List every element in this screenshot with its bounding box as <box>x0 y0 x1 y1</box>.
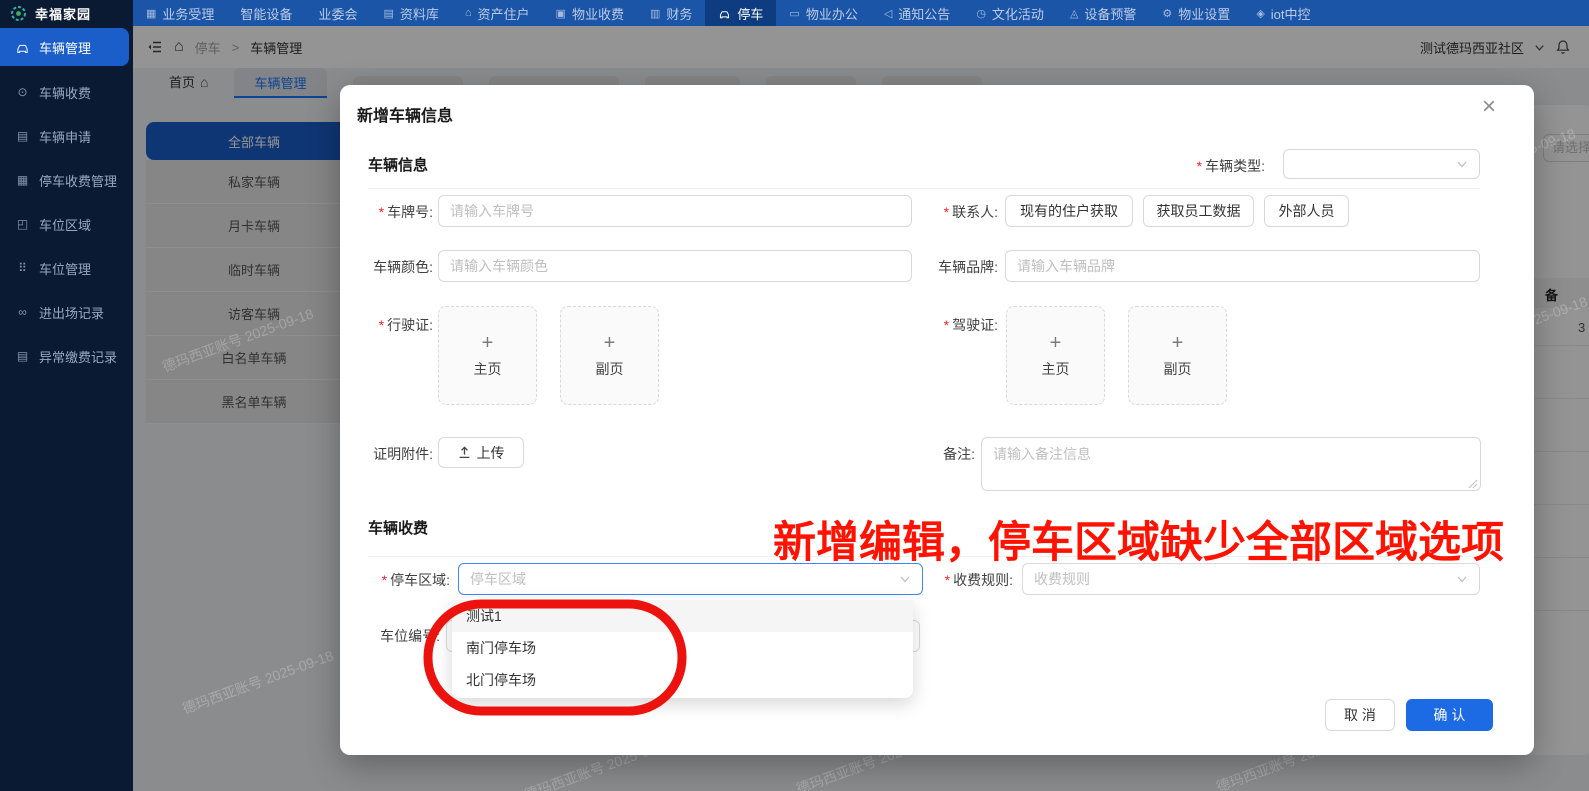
contact-label: * 联系人: <box>943 204 998 220</box>
app-title: 幸福家园 <box>35 6 92 22</box>
driver-license-label: * 驾驶证: <box>943 317 998 333</box>
chevron-down-icon <box>1457 161 1467 168</box>
color-label: 车辆颜色: <box>373 259 433 275</box>
sidebar-item-space-area[interactable]: ◰ 车位区域 <box>0 202 133 246</box>
monitor-icon: ▭ <box>789 7 800 20</box>
sidebar-item-space-mgmt[interactable]: ⠿ 车位管理 <box>0 246 133 290</box>
remark-label: 备注: <box>943 446 975 462</box>
brand-label: 车辆品牌: <box>938 259 998 275</box>
top-navigation: ▦ 业务受理 智能设备 业委会 ▤ 资料库 ⌂ 资产住户 ▣ 物业收费 ▥ 财务 停车 ▭… <box>133 0 1589 26</box>
modal-title: 新增车辆信息 <box>357 108 454 125</box>
fee-rule-select[interactable]: 收费规则 <box>1022 563 1480 595</box>
vehicle-type-select[interactable] <box>1283 149 1480 179</box>
external-person-button[interactable]: 外部人员 <box>1264 195 1349 227</box>
nav-item-property-fee[interactable]: ▣ 物业收费 <box>543 0 637 26</box>
nav-item-office[interactable]: ▭ 物业办公 <box>776 0 870 26</box>
chevron-down-icon <box>900 576 910 583</box>
sidebar-item-entry-exit-log[interactable]: ∞ 进出场记录 <box>0 290 133 334</box>
sidebar-item-abnormal-payment[interactable]: ▤ 异常缴费记录 <box>0 334 133 378</box>
brand-input[interactable] <box>1005 250 1480 282</box>
link-icon: ∞ <box>18 305 27 319</box>
driving-license-main-upload[interactable]: + 主页 <box>438 306 537 405</box>
plus-icon: + <box>481 331 494 354</box>
chevron-down-icon <box>1457 576 1467 583</box>
space-number-label: 车位编号: <box>380 628 440 644</box>
vehicle-type-label: * 车辆类型: <box>1196 158 1265 174</box>
nav-item-settings[interactable]: ⚙ 物业设置 <box>1149 0 1243 26</box>
upload-button[interactable]: 上传 <box>438 437 524 468</box>
driver-license-sub-upload[interactable]: + 副页 <box>1128 306 1227 405</box>
nav-item-culture[interactable]: ◷ 文化活动 <box>963 0 1057 26</box>
ledger-icon: ▥ <box>649 7 661 20</box>
close-icon[interactable]: × <box>1482 95 1496 119</box>
plate-label: * 车牌号: <box>378 204 433 220</box>
grid-dots-icon: ⠿ <box>18 261 27 275</box>
brackets-icon: ◰ <box>16 217 29 231</box>
section-vehicle-info: 车辆信息 <box>368 157 429 174</box>
nav-item-assets[interactable]: ⌂ 资产住户 <box>452 0 543 26</box>
plate-input[interactable] <box>438 195 912 227</box>
driver-license-main-upload[interactable]: + 主页 <box>1006 306 1105 405</box>
cancel-button[interactable]: 取 消 <box>1325 699 1395 731</box>
car-icon <box>17 44 28 53</box>
section-vehicle-fee: 车辆收费 <box>368 520 429 537</box>
app-logo-icon <box>11 5 26 21</box>
car-icon <box>720 10 730 18</box>
app-logo-block: 幸福家园 <box>0 0 133 26</box>
file-icon: ▤ <box>383 7 394 20</box>
nav-item-finance[interactable]: ▥ 财务 <box>637 0 705 26</box>
megaphone-icon: ◁ <box>883 7 893 20</box>
plus-icon: + <box>1171 331 1184 354</box>
parking-area-label: * 停车区域: <box>381 572 450 588</box>
nav-item-committee[interactable]: 业委会 <box>305 0 370 26</box>
get-resident-button[interactable]: 现有的住户获取 <box>1005 195 1133 227</box>
shield-icon: ▣ <box>555 7 566 20</box>
nav-item-library[interactable]: ▤ 资料库 <box>370 0 451 26</box>
nav-item-device-alarm[interactable]: ◬ 设备预警 <box>1057 0 1149 26</box>
remark-textarea[interactable] <box>981 437 1481 491</box>
dropdown-option-north-gate[interactable]: 北门停车场 <box>452 664 913 696</box>
fee-rule-label: * 收费规则: <box>944 572 1013 588</box>
coin-icon: ⊙ <box>17 85 28 99</box>
nav-item-parking[interactable]: 停车 <box>705 0 777 26</box>
driving-license-label: * 行驶证: <box>378 317 433 333</box>
dropdown-option-south-gate[interactable]: 南门停车场 <box>452 632 913 664</box>
badge-icon: ▤ <box>16 129 29 143</box>
color-input[interactable] <box>438 250 912 282</box>
sidebar-item-vehicle-fee[interactable]: ⊙ 车辆收费 <box>0 70 133 114</box>
cube-icon: ◈ <box>1256 7 1265 20</box>
sidebar-item-parking-fee-mgmt[interactable]: ▦ 停车收费管理 <box>0 158 133 202</box>
dropdown-option-test1[interactable]: 测试1 <box>452 600 913 632</box>
nav-item-announcement[interactable]: ◁ 通知公告 <box>871 0 963 26</box>
parking-area-select[interactable]: 停车区域 <box>458 563 923 595</box>
driving-license-sub-upload[interactable]: + 副页 <box>560 306 659 405</box>
get-employee-button[interactable]: 获取员工数据 <box>1143 195 1254 227</box>
sidebar-item-vehicle-mgmt[interactable]: 车辆管理 <box>0 28 129 66</box>
attachment-label: 证明附件: <box>373 446 433 462</box>
upload-icon <box>459 446 469 459</box>
alarm-icon: ◬ <box>1069 7 1079 20</box>
nav-item-iot[interactable]: ◈ iot中控 <box>1243 0 1323 26</box>
gear-icon: ⚙ <box>1162 7 1173 20</box>
nav-item-business[interactable]: ▦ 业务受理 <box>133 0 227 26</box>
plus-icon: + <box>603 331 616 354</box>
calendar-icon: ▦ <box>16 173 29 187</box>
home-icon: ⌂ <box>464 7 472 19</box>
plus-icon: + <box>1049 331 1062 354</box>
nav-item-smart-device[interactable]: 智能设备 <box>227 0 305 26</box>
document-icon: ▤ <box>16 349 29 363</box>
sidebar-item-vehicle-apply[interactable]: ▤ 车辆申请 <box>0 114 133 158</box>
calendar-icon: ▦ <box>146 7 157 20</box>
parking-area-dropdown: 测试1 南门停车场 北门停车场 <box>452 598 913 698</box>
confirm-button[interactable]: 确 认 <box>1406 699 1493 731</box>
clock-icon: ◷ <box>976 7 986 20</box>
sidebar: 车辆管理 ⊙ 车辆收费 ▤ 车辆申请 ▦ 停车收费管理 ◰ 车位区域 ⠿ 车位管理 ∞ 进出… <box>0 26 133 791</box>
